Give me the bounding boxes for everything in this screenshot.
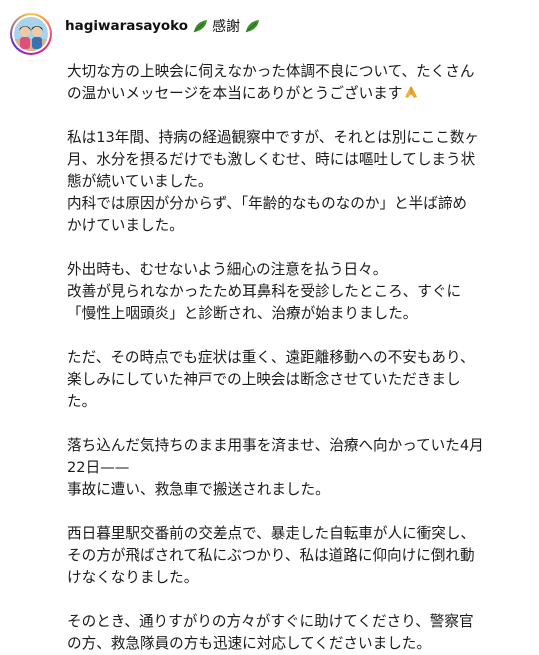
avatar[interactable]	[10, 13, 52, 55]
caption-line: 落ち込んだ気持ちのまま用事を済ませ、治療へ向かっていた4月	[67, 437, 484, 454]
caption-line: た。	[67, 393, 97, 410]
caption-line: 外出時も、むせないよう細心の注意を払う日々。	[67, 261, 388, 278]
caption-line: ただ、その時点でも症状は重く、遠距離移動への不安もあり、	[67, 349, 475, 366]
header-text: 感謝	[212, 19, 241, 35]
caption-line: 「慢性上咽頭炎」と診断され、治療が始まりました。	[67, 305, 418, 322]
caption-line: けなくなりました。	[67, 569, 199, 586]
caption-line: の温かいメッセージを本当にありがとうございます	[67, 83, 537, 105]
post-caption: 大切な方の上映会に伺えなかった体調不良について、たくさん の温かいメッセージを本…	[67, 61, 537, 655]
caption-line: 私は13年間、持病の経過観察中ですが、それとは別にここ数ヶ	[67, 129, 480, 146]
caption-paragraph: 西日暮里駅交番前の交差点で、暴走した自転車が人に衝突し、 その方が飛ばされて私に…	[67, 523, 537, 589]
caption-line: かけていました。	[67, 217, 184, 234]
caption-paragraph: ただ、その時点でも症状は重く、遠距離移動への不安もあり、 楽しみにしていた神戸で…	[67, 347, 537, 413]
caption-line: その方が飛ばされて私にぶつかり、私は道路に仰向けに倒れ動	[67, 547, 475, 564]
caption-line: 態が続いていました。	[67, 173, 213, 190]
caption-line: 内科では原因が分からず、「年齢的なものなのか」と半ば諦め	[67, 195, 468, 212]
caption-line: 改善が見られなかったため耳鼻科を受診したところ、すぐに	[67, 283, 462, 300]
caption-line: 事故に遭い、救急車で搬送されました。	[67, 481, 330, 498]
leaf-icon	[244, 18, 260, 34]
post-header: hagiwarasayoko 感謝	[65, 16, 260, 36]
folded-hands-icon	[403, 84, 419, 100]
instagram-post: hagiwarasayoko 感謝 大切な方の上映会に伺えなかった体調不良につい…	[0, 0, 539, 652]
avatar-image	[14, 17, 48, 51]
caption-paragraph: 外出時も、むせないよう細心の注意を払う日々。 改善が見られなかったため耳鼻科を受…	[67, 259, 537, 325]
caption-line: 22日——	[67, 459, 130, 476]
caption-line: の方、救急隊員の方も迅速に対応してくださいました。	[67, 635, 431, 652]
caption-line: そのとき、通りすがりの方々がすぐに助けてくださり、警察官	[67, 613, 474, 630]
caption-line: 月、水分を摂るだけでも激しくむせ、時には嘔吐してしまう状	[67, 151, 476, 168]
caption-paragraph: 落ち込んだ気持ちのまま用事を済ませ、治療へ向かっていた4月 22日—— 事故に遭…	[67, 435, 537, 501]
leaf-icon	[192, 18, 208, 34]
username[interactable]: hagiwarasayoko	[65, 18, 188, 34]
caption-paragraph: そのとき、通りすがりの方々がすぐに助けてくださり、警察官 の方、救急隊員の方も迅…	[67, 611, 537, 655]
avatar-photo	[14, 17, 48, 51]
caption-paragraph: 私は13年間、持病の経過観察中ですが、それとは別にここ数ヶ 月、水分を摂るだけで…	[67, 127, 537, 237]
caption-line: 西日暮里駅交番前の交差点で、暴走した自転車が人に衝突し、	[67, 525, 476, 542]
caption-line: 大切な方の上映会に伺えなかった体調不良について、たくさん	[67, 63, 475, 80]
caption-line: 楽しみにしていた神戸での上映会は断念させていただきまし	[67, 371, 461, 388]
caption-paragraph: 大切な方の上映会に伺えなかった体調不良について、たくさん の温かいメッセージを本…	[67, 61, 537, 105]
